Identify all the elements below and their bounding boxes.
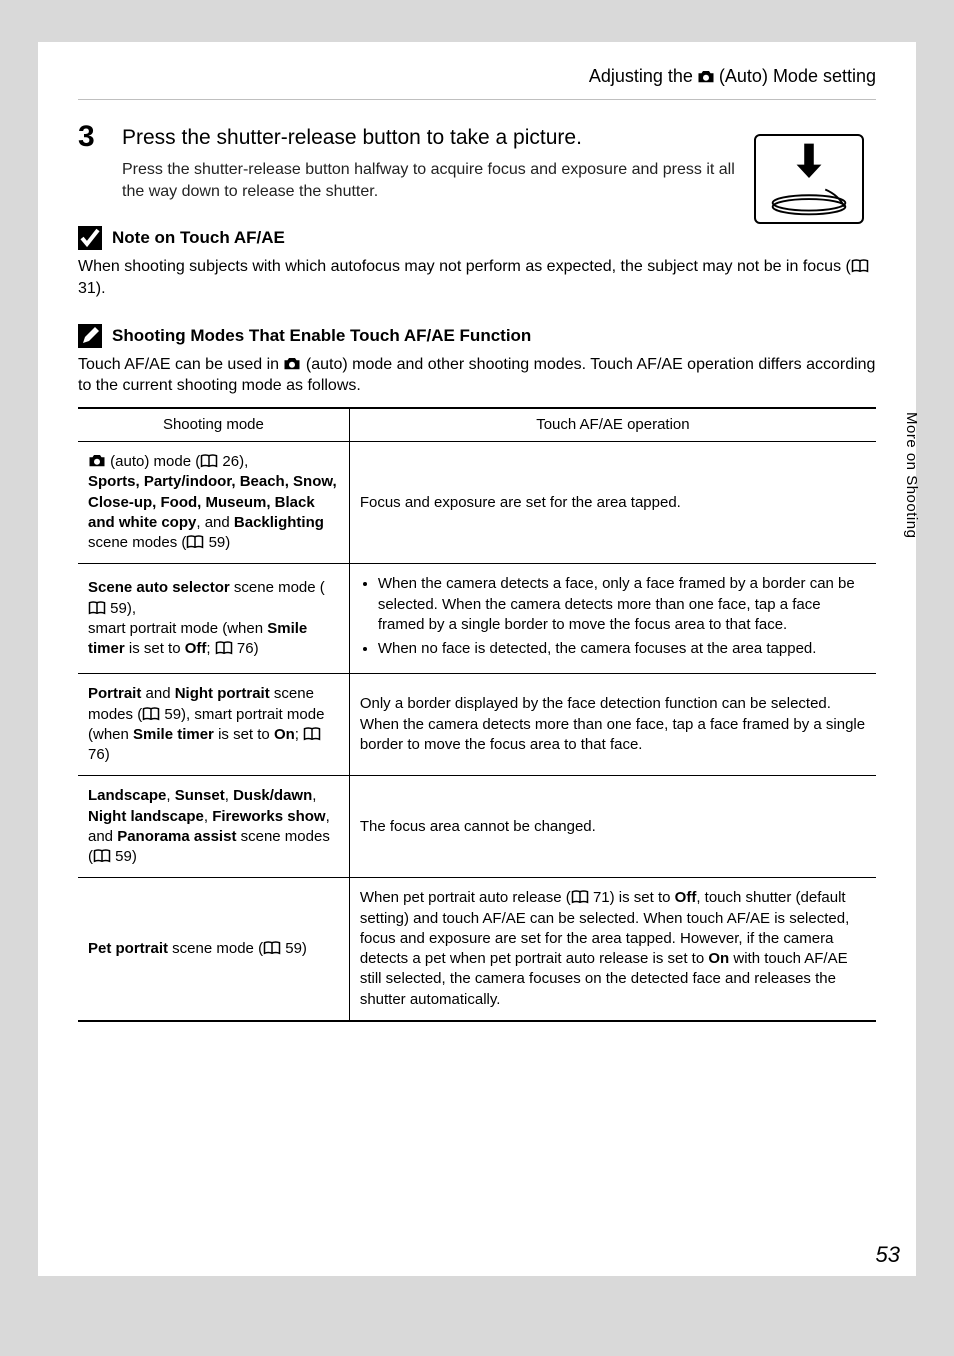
book-icon (186, 535, 204, 549)
modes-table: Shooting mode Touch AF/AE operation (aut… (78, 407, 876, 1022)
checkbox-icon (78, 226, 102, 250)
book-icon (851, 259, 869, 273)
section-tab (916, 392, 944, 592)
page-header: Adjusting the (Auto) Mode setting (78, 66, 876, 100)
header-text-before: Adjusting the (589, 66, 693, 87)
note-body: When shooting subjects with which autofo… (78, 256, 876, 299)
table-row: Portrait and Night portrait scene modes … (78, 674, 876, 776)
camera-icon (697, 70, 715, 84)
step-description: Press the shutter-release button halfway… (122, 159, 746, 202)
book-icon (303, 727, 321, 741)
note-shooting-modes: Shooting Modes That Enable Touch AF/AE F… (78, 324, 876, 1022)
camera-icon (88, 454, 106, 468)
step-number: 3 (78, 122, 106, 202)
book-icon (200, 454, 218, 468)
step-title: Press the shutter-release button to take… (122, 124, 746, 151)
book-icon (93, 849, 111, 863)
book-icon (215, 641, 233, 655)
shutter-press-illustration (754, 134, 864, 224)
note-body: Touch AF/AE can be used in (auto) mode a… (78, 354, 876, 397)
table-head-right: Touch AF/AE operation (349, 408, 876, 442)
table-row: Landscape, Sunset, Dusk/dawn, Night land… (78, 776, 876, 878)
arrow-down-icon (756, 136, 862, 222)
manual-page: Adjusting the (Auto) Mode setting 3 Pres… (38, 42, 916, 1276)
note-title: Note on Touch AF/AE (112, 228, 285, 248)
pencil-icon (78, 324, 102, 348)
note-touch-af-ae: Note on Touch AF/AE When shooting subjec… (78, 226, 876, 299)
table-row: Pet portrait scene mode ( 59) When pet p… (78, 878, 876, 1021)
book-icon (88, 601, 106, 615)
page-number: 53 (876, 1242, 900, 1268)
header-text-after: (Auto) Mode setting (719, 66, 876, 87)
section-tab-label: More on Shooting (903, 412, 920, 538)
book-icon (263, 941, 281, 955)
table-row: (auto) mode ( 26), Sports, Party/indoor,… (78, 442, 876, 564)
camera-icon (283, 357, 301, 371)
list-item: When no face is detected, the camera foc… (378, 639, 866, 659)
book-icon (571, 890, 589, 904)
book-icon (142, 707, 160, 721)
list-item: When the camera detects a face, only a f… (378, 574, 866, 635)
note-title: Shooting Modes That Enable Touch AF/AE F… (112, 326, 531, 346)
table-head-left: Shooting mode (78, 408, 349, 442)
table-row: Scene auto selector scene mode ( 59), sm… (78, 564, 876, 674)
